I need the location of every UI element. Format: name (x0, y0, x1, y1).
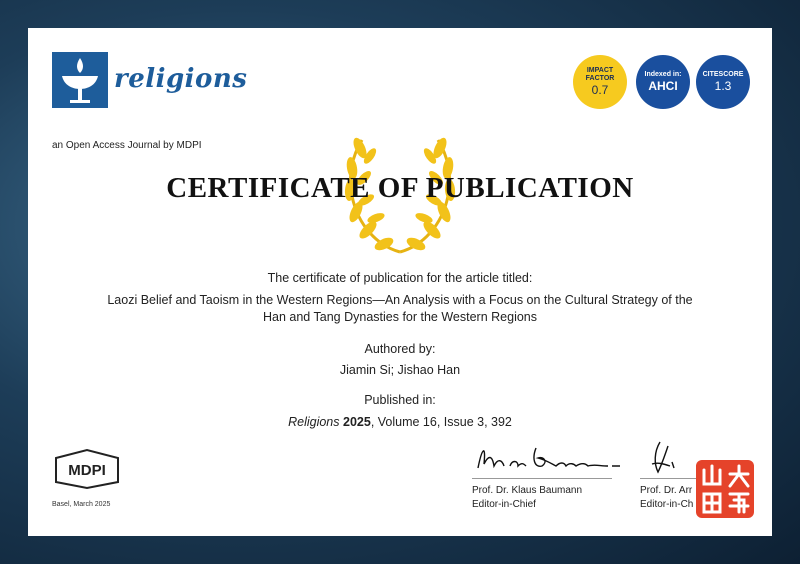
signer-1-role: Editor-in-Chief (472, 499, 536, 510)
article-title-line-2: Han and Tang Dynasties for the Western R… (263, 310, 537, 324)
impact-factor-badge: IMPACT FACTOR 0.7 (573, 55, 627, 109)
publisher-name: MDPI (68, 462, 106, 479)
indexed-label: Indexed in: (644, 71, 682, 79)
signature-2 (651, 441, 675, 474)
mdpi-logo: MDPI (52, 448, 122, 490)
article-title-line-1: Laozi Belief and Taoism in the Western R… (107, 293, 693, 307)
certificate-title: CERTIFICATE OF PUBLICATION (166, 172, 634, 204)
media-watermark-logo (696, 460, 754, 518)
publication-volume-issue: , Volume 16, Issue 3, 392 (370, 415, 512, 429)
signature-line-2 (640, 478, 700, 479)
publication-details: Religions 2025, Volume 16, Issue 3, 392 (68, 414, 732, 431)
citescore-value: 1.3 (714, 79, 732, 94)
authored-by-label: Authored by: (364, 342, 436, 356)
publication-journal: Religions (288, 415, 340, 429)
signer-2-name: Prof. Dr. Arr (640, 485, 693, 496)
signer-1: Prof. Dr. Klaus Baumann Editor-in-Chief (472, 484, 582, 512)
indexed-value: AHCI (648, 79, 678, 94)
published-in-label: Published in: (364, 393, 436, 407)
publication-year: 2025 (343, 415, 371, 429)
signer-2-role: Editor-in-Ch (640, 499, 694, 510)
authors: Jiamin Si; Jishao Han (339, 363, 461, 377)
citescore-label: CITESCORE (702, 71, 744, 79)
journal-logo: religions an Open Access Journal by MDPI (52, 52, 247, 152)
signature-line-1 (472, 478, 612, 479)
journal-name: religions (114, 64, 248, 94)
certificate-page: religions an Open Access Journal by MDPI… (28, 28, 772, 536)
certificate-intro: The certificate of publication for the a… (267, 271, 533, 285)
impact-factor-label: IMPACT FACTOR (585, 67, 615, 82)
signer-2: Prof. Dr. Arr Editor-in-Ch (640, 484, 693, 512)
journal-tagline: an Open Access Journal by MDPI (52, 140, 202, 151)
signer-1-name: Prof. Dr. Klaus Baumann (472, 485, 583, 496)
signature-1 (477, 447, 620, 469)
place-date: Basel, March 2025 (52, 501, 111, 508)
citescore-badge: CITESCORE 1.3 (696, 55, 750, 109)
indexed-badge: Indexed in: AHCI (636, 55, 690, 109)
chalice-icon (52, 52, 108, 108)
impact-factor-value: 0.7 (591, 83, 609, 98)
